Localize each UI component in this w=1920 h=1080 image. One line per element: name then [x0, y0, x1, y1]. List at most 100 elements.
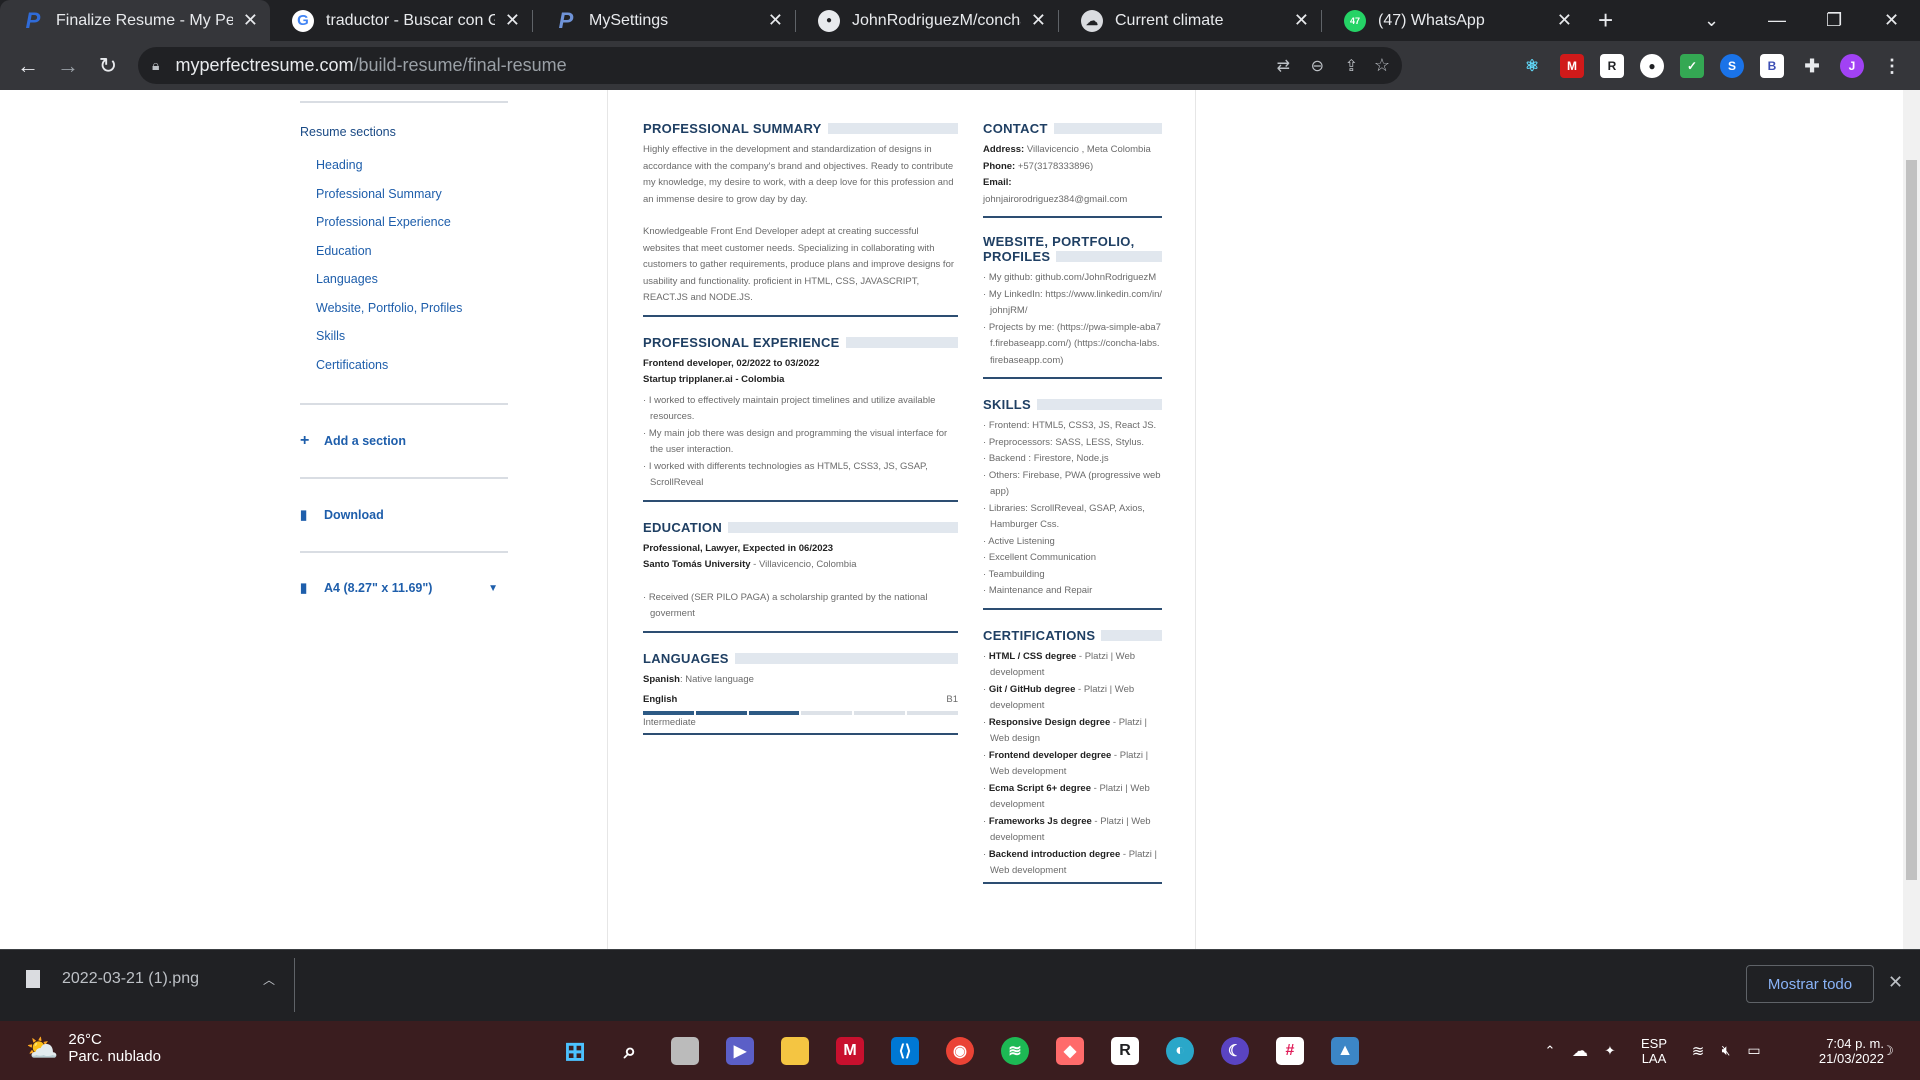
windows-start-icon[interactable]: ⊞	[561, 1036, 589, 1066]
search-icon[interactable]: ⌕	[616, 1037, 644, 1065]
file-explorer-icon[interactable]	[781, 1037, 809, 1065]
download-item[interactable]: 2022-03-21 (1).png ︿	[26, 970, 275, 988]
slack-icon[interactable]: #	[1276, 1037, 1304, 1065]
restore-button[interactable]: ❐	[1826, 0, 1842, 41]
git-client-icon[interactable]: ◆	[1056, 1037, 1084, 1065]
list-item: · I worked with differents technologies …	[643, 460, 928, 489]
scrollbar-thumb[interactable]	[1906, 160, 1917, 880]
skill-text: Frontend: HTML5, CSS3, JS, React JS.	[988, 420, 1157, 431]
sidebar-item-professional-summary[interactable]: Professional Summary	[300, 180, 510, 209]
experience-heading: PROFESSIONAL EXPERIENCE	[643, 335, 958, 350]
google-icon: G	[292, 9, 314, 32]
new-tab-button[interactable]: +	[1584, 0, 1627, 41]
mcafee-icon[interactable]: M	[1560, 54, 1584, 78]
back-icon[interactable]: ←	[8, 53, 48, 79]
check-extension-icon[interactable]: ✓	[1680, 54, 1704, 78]
bullet-text: My LinkedIn: https://www.linkedin.com/in…	[988, 288, 1162, 317]
bullet-text: My github: github.com/JohnRodriguezM	[988, 272, 1157, 283]
tab-github[interactable]: ● JohnRodriguezM/concha-la ✕	[796, 0, 1058, 41]
menu-kebab-icon[interactable]: ⋮	[1880, 54, 1904, 78]
sidebar-item-certifications[interactable]: Certifications	[300, 351, 510, 380]
download-filename: 2022-03-21 (1).png	[62, 970, 199, 987]
close-icon[interactable]: ✕	[1294, 10, 1309, 31]
tab-search-icon[interactable]: ⌄	[1704, 0, 1719, 41]
language-level-bar	[643, 710, 958, 715]
wifi-icon[interactable]: ≋	[1686, 1021, 1710, 1080]
battery-icon[interactable]: ▭	[1742, 1021, 1766, 1080]
zoom-icon[interactable]: ⊖	[1311, 56, 1324, 76]
mcafee-icon[interactable]: M	[836, 1037, 864, 1065]
onedrive-icon[interactable]: ☁	[1568, 1021, 1592, 1080]
address-bar[interactable]: 🔒︎ myperfectresume.com/build-resume/fina…	[138, 47, 1402, 84]
volume-muted-icon[interactable]: 🔇︎	[1714, 1021, 1738, 1080]
bookmark-star-icon[interactable]: ☆	[1374, 55, 1390, 76]
sidebar-item-heading[interactable]: Heading	[300, 151, 510, 180]
list-item: · Maintenance and Repair	[983, 585, 1093, 596]
tab-current-climate[interactable]: ☁ Current climate ✕	[1059, 0, 1321, 41]
b-extension-icon[interactable]: B	[1760, 54, 1784, 78]
close-icon[interactable]: ✕	[505, 10, 520, 31]
close-window-button[interactable]: ✕	[1884, 0, 1899, 41]
teams-chat-icon[interactable]: ▶	[726, 1037, 754, 1065]
notifications-icon[interactable]: ☽	[1876, 1021, 1900, 1080]
shazam-icon[interactable]: S	[1720, 54, 1744, 78]
tab-google-search[interactable]: G traductor - Buscar con Goo ✕	[270, 0, 532, 41]
builder-sidebar: Resume sections Heading Professional Sum…	[300, 90, 510, 623]
language-level: Intermediate	[643, 716, 696, 728]
certification-name: Responsive Design degree	[988, 716, 1111, 728]
clock[interactable]: 7:04 p. m. 21/03/2022	[1784, 1021, 1884, 1080]
list-item: · I worked to effectively maintain proje…	[643, 394, 936, 423]
list-item: · Others: Firebase, PWA (progressive web…	[983, 469, 1161, 498]
translate-icon[interactable]: ⇄	[1277, 56, 1290, 76]
spotify-icon[interactable]: ≋	[1001, 1037, 1029, 1065]
task-view-icon[interactable]	[671, 1037, 699, 1065]
extensions-puzzle-icon[interactable]: ✚	[1800, 54, 1824, 78]
language-spanish: Spanish: Native language	[643, 672, 958, 689]
weather-widget[interactable]: ⛅ 26°C Parc. nublado	[26, 1031, 161, 1065]
language-indicator[interactable]: ESP LAA	[1636, 1021, 1672, 1080]
section-divider	[643, 733, 958, 735]
close-icon[interactable]: ✕	[768, 10, 783, 31]
reload-icon[interactable]: ↻	[88, 53, 128, 79]
section-title: CERTIFICATIONS	[983, 627, 1096, 643]
paper-size-select[interactable]: ▮ A4 (8.27" x 11.69") ▼	[300, 553, 510, 623]
app-tray-icon[interactable]: ✦	[1598, 1021, 1622, 1080]
add-section-button[interactable]: + Add a section	[300, 405, 510, 477]
field-label: Phone:	[983, 160, 1016, 172]
profile-avatar[interactable]: J	[1840, 54, 1864, 78]
close-shelf-icon[interactable]: ✕	[1888, 972, 1903, 993]
tab-finalize-resume[interactable]: P Finalize Resume - My Perfec ✕	[0, 0, 270, 41]
forward-icon[interactable]: →	[48, 53, 88, 79]
skills-list: · Frontend: HTML5, CSS3, JS, React JS. · …	[983, 418, 1162, 600]
close-icon[interactable]: ✕	[1031, 10, 1046, 31]
close-icon[interactable]: ✕	[243, 10, 258, 31]
chrome-icon[interactable]: ◉	[946, 1037, 974, 1065]
sidebar-item-website[interactable]: Website, Portfolio, Profiles	[300, 294, 510, 323]
share-icon[interactable]: ⇪	[1345, 56, 1358, 76]
image-file-icon	[26, 970, 40, 988]
vscode-icon[interactable]: ⟨⟩	[891, 1037, 919, 1065]
minimize-button[interactable]: —	[1768, 0, 1786, 41]
circle-app-icon[interactable]: ◐	[1166, 1037, 1194, 1065]
download-button[interactable]: ▮ Download	[300, 479, 510, 551]
sidebar-item-languages[interactable]: Languages	[300, 265, 510, 294]
sidebar-item-education[interactable]: Education	[300, 237, 510, 266]
moon-app-icon[interactable]: ☾	[1221, 1037, 1249, 1065]
tab-whatsapp[interactable]: 47 (47) WhatsApp ✕	[1322, 0, 1584, 41]
sidebar-item-professional-experience[interactable]: Professional Experience	[300, 208, 510, 237]
close-icon[interactable]: ✕	[1557, 10, 1572, 31]
show-hidden-icons[interactable]: ⌃	[1540, 1021, 1560, 1080]
tab-mysettings[interactable]: P MySettings ✕	[533, 0, 795, 41]
list-item: · Excellent Communication	[983, 552, 1096, 563]
show-all-button[interactable]: Mostrar todo	[1746, 965, 1874, 1003]
page-scrollbar[interactable]	[1903, 90, 1920, 949]
sidebar-item-skills[interactable]: Skills	[300, 322, 510, 351]
certification-name: Frontend developer degree	[988, 749, 1112, 761]
react-devtools-icon[interactable]: ⚛	[1520, 54, 1544, 78]
chevron-up-icon[interactable]: ︿	[263, 971, 275, 988]
circle-extension-icon[interactable]: ●	[1640, 54, 1664, 78]
rx-extension-icon[interactable]: R	[1600, 54, 1624, 78]
photos-icon[interactable]: ▲	[1331, 1037, 1359, 1065]
field-value: +57(3178333896)	[1015, 160, 1094, 172]
rx-app-icon[interactable]: R	[1111, 1037, 1139, 1065]
